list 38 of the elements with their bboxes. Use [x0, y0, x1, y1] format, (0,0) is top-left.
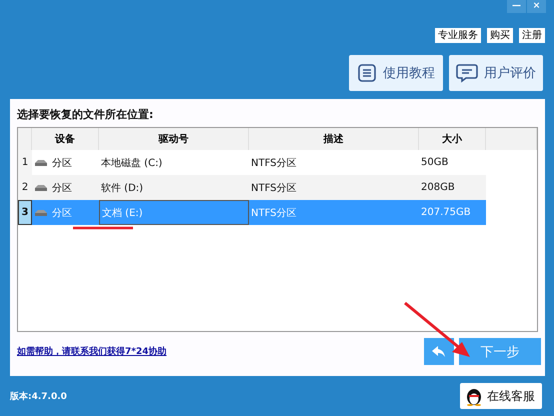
- table-cell-text: 分区: [52, 206, 72, 220]
- table-row[interactable]: 2 分区 软件 (D:) NTFS分区 208GB: [18, 175, 537, 200]
- table-row[interactable]: 1 分区 本地磁盘 (C:) NTFS分区 50GB: [18, 150, 537, 175]
- table-cell: 文档 (E:): [99, 200, 249, 225]
- top-link-button[interactable]: 购买: [487, 28, 513, 43]
- column-header: 大小: [419, 128, 486, 150]
- table-cell-text: 本地磁盘 (C:): [100, 156, 164, 170]
- column-header: 驱动号: [99, 128, 249, 150]
- table-cell-text: 分区: [52, 156, 72, 170]
- column-header: 设备: [32, 128, 99, 150]
- row-number: 3: [18, 200, 32, 225]
- table-cell: NTFS分区: [249, 175, 419, 200]
- table-cell: 207.75GB: [419, 200, 486, 225]
- table-cell: 208GB: [419, 175, 486, 200]
- document-icon: [357, 63, 377, 83]
- annotation-arrow: [404, 302, 470, 357]
- comment-icon: [456, 63, 478, 83]
- row-number: 2: [18, 175, 32, 200]
- version-label: 版本:4.7.0.0: [10, 390, 67, 402]
- tutorial-button[interactable]: 使用教程: [349, 55, 443, 91]
- table-row[interactable]: 3 分区 文档 (E:) NTFS分区 207.75GB: [18, 200, 537, 225]
- back-button[interactable]: [424, 338, 454, 365]
- annotation-underline: [73, 226, 133, 230]
- table-cell: NTFS分区: [249, 200, 419, 225]
- help-link[interactable]: 如需帮助，请联系我们获得7*24协助: [17, 345, 166, 358]
- table-cell-text: 50GB: [420, 156, 450, 170]
- top-link-button[interactable]: 专业服务: [435, 28, 481, 43]
- panel-title: 选择要恢复的文件所在位置:: [17, 107, 154, 122]
- review-button[interactable]: 用户评价: [449, 55, 543, 91]
- row-number: 1: [18, 150, 32, 175]
- penguin-icon: [466, 386, 482, 406]
- top-link-button[interactable]: 注册: [519, 28, 545, 43]
- table-cell-text: 分区: [52, 182, 72, 194]
- online-support-button[interactable]: 在线客服: [460, 383, 542, 409]
- back-arrow-icon: [432, 346, 446, 358]
- table-cell-text: NTFS分区: [250, 156, 298, 170]
- table-cell: 软件 (D:): [99, 175, 249, 200]
- column-header: 描述: [249, 128, 419, 150]
